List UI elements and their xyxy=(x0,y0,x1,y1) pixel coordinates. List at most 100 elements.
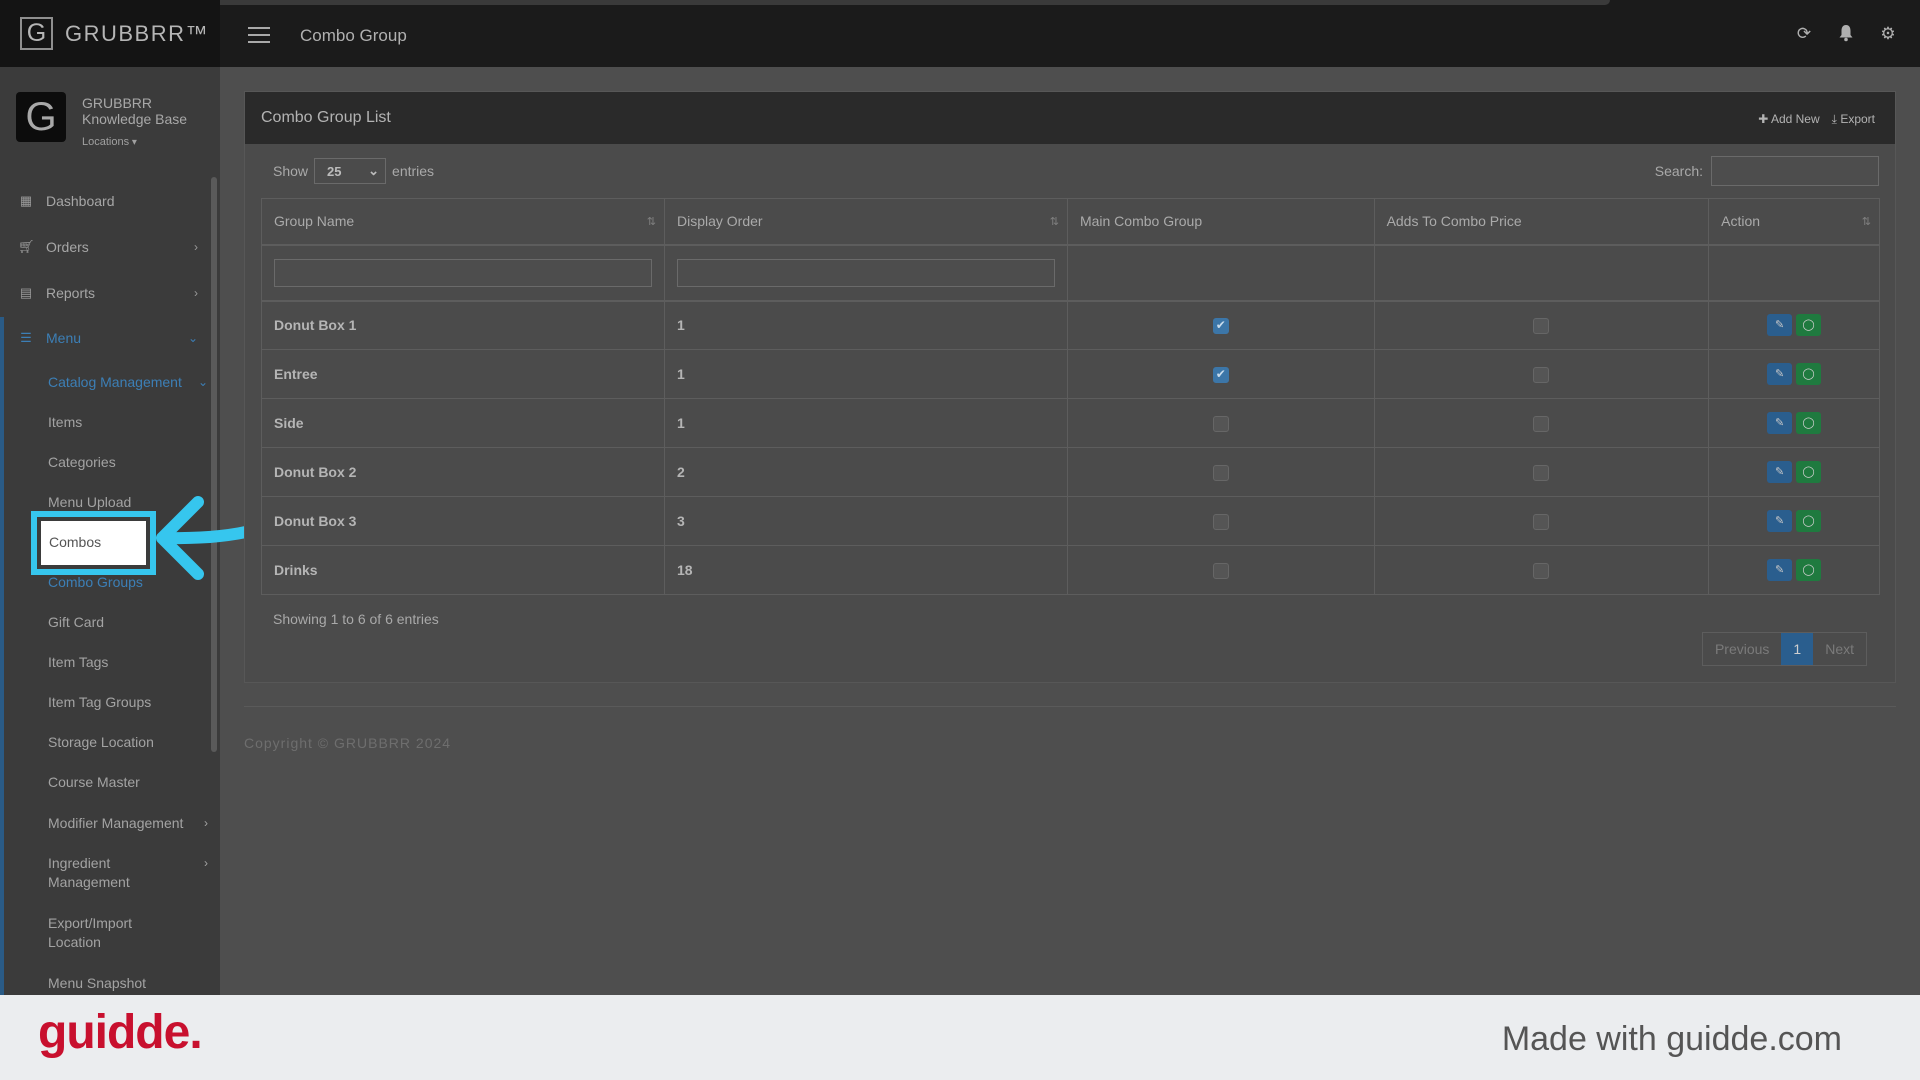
adds-to-combo-price-checkbox[interactable] xyxy=(1533,513,1550,530)
export-button[interactable]: ⤓ Export xyxy=(1832,112,1875,127)
pencil-icon: ✎ xyxy=(1774,515,1785,527)
sidebar-item-label: Location xyxy=(48,934,101,950)
group-name-cell: Donut Box 2 xyxy=(261,447,665,497)
chevron-down-icon: ⌄ xyxy=(187,331,198,345)
edit-button[interactable]: ✎ xyxy=(1767,559,1793,581)
export-label: Export xyxy=(1840,112,1875,126)
column-header-label: Action xyxy=(1721,213,1761,230)
main-combo-group-checkbox[interactable] xyxy=(1212,366,1229,383)
sidebar-item-course-master[interactable]: Course Master xyxy=(48,773,208,792)
entries-select[interactable]: 25 ⌄ xyxy=(314,158,387,184)
search-input[interactable] xyxy=(1711,156,1879,186)
table-row: Side 1 ✎ ◯ xyxy=(261,398,1880,448)
group-name-cell: Donut Box 3 xyxy=(261,496,665,546)
entries-label: entries xyxy=(392,163,435,179)
edit-button[interactable]: ✎ xyxy=(1767,363,1793,385)
table-row: Donut Box 2 2 ✎ ◯ xyxy=(261,447,1880,497)
main-combo-group-checkbox[interactable] xyxy=(1212,513,1229,530)
power-icon: ◯ xyxy=(1802,319,1815,332)
pencil-icon: ✎ xyxy=(1774,417,1785,429)
toggle-active-button[interactable]: ◯ xyxy=(1796,461,1822,483)
combo-group-table: Group Name ⇅ Display Order ⇅ Main Combo Gr… xyxy=(261,198,1880,595)
profile-name-line1: GRUBBRR xyxy=(82,95,153,111)
sidebar-item-label: Modifier Management xyxy=(48,815,184,831)
toggle-active-button[interactable]: ◯ xyxy=(1796,412,1822,434)
adds-to-combo-price-checkbox[interactable] xyxy=(1533,464,1550,481)
adds-to-combo-price-checkbox[interactable] xyxy=(1533,415,1550,432)
pencil-icon: ✎ xyxy=(1774,319,1785,332)
chevron-right-icon: › xyxy=(204,816,208,830)
previous-page-button[interactable]: Previous xyxy=(1703,633,1781,665)
footer-divider xyxy=(244,706,1896,707)
sidebar-item-gift-card[interactable]: Gift Card xyxy=(48,613,208,632)
main-combo-group-cell xyxy=(1066,447,1375,497)
adds-to-combo-price-cell xyxy=(1373,349,1710,399)
edit-button[interactable]: ✎ xyxy=(1767,461,1793,483)
main-combo-group-checkbox[interactable] xyxy=(1212,464,1229,481)
brand-logo[interactable]: G GRUBBRR™ xyxy=(0,0,220,67)
locations-dropdown[interactable]: Locations xyxy=(82,136,137,148)
hamburger-menu-icon[interactable] xyxy=(248,27,270,43)
profile-section: G GRUBBRR Knowledge Base Locations xyxy=(16,92,206,152)
edit-button[interactable]: ✎ xyxy=(1767,510,1793,532)
sidebar-item-modifier-management[interactable]: Modifier Management › xyxy=(48,814,208,833)
adds-to-combo-price-checkbox[interactable] xyxy=(1533,317,1550,334)
group-name-filter-input[interactable] xyxy=(274,258,652,287)
main-combo-group-checkbox[interactable] xyxy=(1212,317,1229,334)
sidebar-item-label: Reports xyxy=(46,285,96,301)
main-combo-group-checkbox[interactable] xyxy=(1212,562,1229,579)
main-combo-group-cell xyxy=(1066,398,1375,448)
sidebar-item-items[interactable]: Items xyxy=(48,413,208,432)
toggle-active-button[interactable]: ◯ xyxy=(1796,559,1822,581)
sidebar-item-ingredient-management[interactable]: Ingredient Management › xyxy=(48,854,208,892)
sidebar-item-catalog-management[interactable]: Catalog Management ⌄ xyxy=(48,373,208,392)
search-label: Search: xyxy=(1654,163,1703,179)
sidebar-item-reports[interactable]: ▤ Reports › xyxy=(0,278,210,308)
refresh-icon[interactable]: ⟳ xyxy=(1794,24,1814,44)
power-icon: ◯ xyxy=(1802,466,1815,478)
power-icon: ◯ xyxy=(1802,417,1815,429)
display-order-filter-input[interactable] xyxy=(676,258,1055,287)
card-title: Combo Group List xyxy=(261,109,391,126)
next-page-button[interactable]: Next xyxy=(1813,633,1866,665)
sidebar-item-item-tags[interactable]: Item Tags xyxy=(48,653,208,672)
sidebar-item-dashboard[interactable]: ▦ Dashboard xyxy=(0,186,210,216)
toggle-active-button[interactable]: ◯ xyxy=(1796,510,1822,532)
download-icon: ⤓ xyxy=(1831,112,1837,126)
sidebar-item-label: Dashboard xyxy=(46,193,115,209)
column-header-label: Display Order xyxy=(676,213,763,230)
adds-to-combo-price-checkbox[interactable] xyxy=(1533,562,1550,579)
sidebar-item-item-tag-groups[interactable]: Item Tag Groups xyxy=(48,693,208,712)
sort-icon: ⇅ xyxy=(646,216,656,228)
main-combo-group-checkbox[interactable] xyxy=(1212,415,1229,432)
column-header-display-order[interactable]: Display Order ⇅ xyxy=(663,198,1068,246)
gear-icon[interactable]: ⚙ xyxy=(1878,24,1898,44)
chevron-right-icon: › xyxy=(194,286,198,300)
sidebar-item-label: Ingredient xyxy=(48,855,111,871)
pencil-icon: ✎ xyxy=(1774,564,1785,576)
sidebar-item-menu-snapshot[interactable]: Menu Snapshot xyxy=(48,974,208,993)
edit-button[interactable]: ✎ xyxy=(1767,412,1793,434)
column-header-action[interactable]: Action ⇅ xyxy=(1708,198,1880,246)
menu-active-indicator xyxy=(0,317,4,995)
sidebar-item-menu[interactable]: ☰ Menu ⌄ xyxy=(0,323,210,353)
page-button-current[interactable]: 1 xyxy=(1781,633,1814,665)
toggle-active-button[interactable]: ◯ xyxy=(1796,314,1822,337)
sidebar-item-export-import-location[interactable]: Export/Import Location xyxy=(48,914,208,952)
add-new-button[interactable]: ✚ Add New xyxy=(1758,112,1819,127)
brand-name: GRUBBRR™ xyxy=(65,20,210,46)
action-cell: ✎ ◯ xyxy=(1708,398,1880,448)
display-order-cell: 1 xyxy=(663,300,1068,350)
sidebar-item-orders[interactable]: 🛒︎ Orders › xyxy=(0,232,210,262)
sidebar-item-storage-location[interactable]: Storage Location xyxy=(48,733,208,752)
cart-icon: 🛒︎ xyxy=(18,239,35,254)
toggle-active-button[interactable]: ◯ xyxy=(1796,363,1822,385)
chevron-right-icon: › xyxy=(204,856,208,870)
main-combo-group-cell xyxy=(1066,300,1375,350)
edit-button[interactable]: ✎ xyxy=(1767,314,1793,337)
bell-icon[interactable] xyxy=(1836,24,1856,44)
column-header-group-name[interactable]: Group Name ⇅ xyxy=(261,198,665,246)
table-row: Donut Box 11✎◯ xyxy=(261,300,1880,350)
adds-to-combo-price-checkbox[interactable] xyxy=(1533,366,1550,383)
action-cell: ✎ ◯ xyxy=(1708,545,1880,595)
